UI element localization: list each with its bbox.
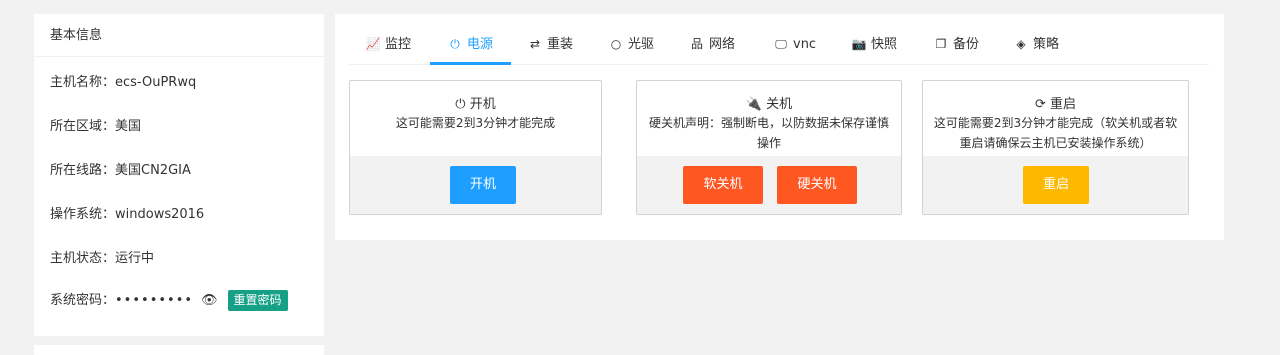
host-info-card: 基本信息 主机名称：ecs-OuPRwq 所在区域：美国 所在线路：美国CN2G… bbox=[34, 14, 324, 336]
tab-power-label: 电源 bbox=[467, 37, 494, 52]
tab-backup[interactable]: ❐ 备份 bbox=[933, 28, 979, 65]
password-value: ••••••••• bbox=[115, 293, 194, 308]
password-label: 系统密码： bbox=[50, 293, 116, 308]
disc-icon: ○ bbox=[610, 37, 622, 51]
host-name-label: 主机名称： bbox=[50, 75, 116, 90]
camera-icon: 📷 bbox=[851, 37, 867, 51]
tab-reinstall[interactable]: ⇄ 重装 bbox=[527, 28, 573, 65]
status-value: 运行中 bbox=[115, 251, 155, 266]
reboot-desc: 这可能需要2到3分钟才能完成（软关机或者软重启请确保云主机已安装操作系统） bbox=[933, 116, 1178, 150]
copy-icon: ❐ bbox=[935, 37, 947, 51]
soft-shutdown-button[interactable]: 软关机 bbox=[683, 166, 763, 204]
host-name-value: ecs-OuPRwq bbox=[115, 75, 197, 90]
tab-vnc-label: vnc bbox=[793, 37, 817, 52]
monitor-icon: 🖵 bbox=[775, 37, 787, 51]
active-tab-indicator bbox=[430, 62, 511, 65]
power-off-footer: 软关机 硬关机 bbox=[637, 156, 901, 214]
power-off-title: 🔌 关机 bbox=[637, 93, 901, 112]
shield-icon: ◈ bbox=[1016, 37, 1026, 51]
tab-power[interactable]: ⏻ 电源 bbox=[447, 28, 493, 65]
tab-reinstall-label: 重装 bbox=[547, 37, 574, 52]
line-row: 所在线路：美国CN2GIA bbox=[50, 159, 191, 178]
chart-line-icon: 📈 bbox=[365, 37, 381, 51]
tab-monitor[interactable]: 📈 监控 bbox=[365, 28, 412, 65]
power-on-desc: 这可能需要2到3分钟才能完成 bbox=[395, 116, 556, 130]
tab-cdrom[interactable]: ○ 光驱 bbox=[608, 28, 654, 65]
reboot-footer: 重启 bbox=[923, 156, 1188, 214]
power-off-title-text: 关机 bbox=[766, 97, 793, 112]
tab-policy[interactable]: ◈ 策略 bbox=[1013, 28, 1059, 65]
power-card: 📈 监控 ⏻ 电源 ⇄ 重装 ○ 光驱 品网络 🖵 vnc 📷 快照 ❐ 备份 ◈ 策略 ⏻ 开… bbox=[335, 14, 1224, 240]
tab-snapshot[interactable]: 📷 快照 bbox=[851, 28, 898, 65]
region-label: 所在区域： bbox=[50, 119, 116, 134]
next-card-edge bbox=[34, 345, 324, 355]
status-label: 主机状态： bbox=[50, 251, 116, 266]
sitemap-icon: 品 bbox=[690, 37, 703, 51]
os-value: windows2016 bbox=[115, 207, 205, 222]
power-on-panel: ⏻ 开机 这可能需要2到3分钟才能完成 开机 bbox=[349, 80, 602, 215]
password-row: 系统密码：••••••••• 👁 重置密码 bbox=[50, 289, 288, 311]
reboot-title: ⟳ 重启 bbox=[923, 93, 1188, 112]
host-name-row: 主机名称：ecs-OuPRwq bbox=[50, 71, 196, 90]
line-label: 所在线路： bbox=[50, 163, 116, 178]
tab-snapshot-label: 快照 bbox=[871, 37, 898, 52]
power-on-title: ⏻ 开机 bbox=[350, 93, 601, 112]
tab-bar: 📈 监控 ⏻ 电源 ⇄ 重装 ○ 光驱 品网络 🖵 vnc 📷 快照 ❐ 备份 ◈ 策略 bbox=[349, 28, 1209, 65]
hard-shutdown-button[interactable]: 硬关机 bbox=[777, 166, 857, 204]
region-row: 所在区域：美国 bbox=[50, 115, 141, 134]
os-row: 操作系统：windows2016 bbox=[50, 203, 204, 222]
power-off-panel: 🔌 关机 硬关机声明：强制断电，以防数据未保存谨慎操作 软关机 硬关机 bbox=[636, 80, 902, 215]
power-on-title-text: 开机 bbox=[469, 97, 496, 112]
reboot-button[interactable]: 重启 bbox=[1023, 166, 1089, 204]
retweet-icon: ⇄ bbox=[529, 37, 541, 51]
eye-icon[interactable]: 👁 bbox=[201, 293, 218, 308]
host-info-title: 基本信息 bbox=[34, 14, 324, 57]
power-off-desc: 硬关机声明：强制断电，以防数据未保存谨慎操作 bbox=[648, 116, 889, 150]
reboot-panel: ⟳ 重启 这可能需要2到3分钟才能完成（软关机或者软重启请确保云主机已安装操作系… bbox=[922, 80, 1189, 215]
status-row: 主机状态：运行中 bbox=[50, 247, 154, 266]
reset-password-button[interactable]: 重置密码 bbox=[227, 290, 288, 311]
refresh-icon: ⟳ bbox=[1034, 97, 1046, 112]
power-on-icon: ⏻ bbox=[455, 97, 466, 112]
power-icon: ⏻ bbox=[450, 37, 460, 51]
tab-policy-label: 策略 bbox=[1033, 37, 1060, 52]
power-on-footer: 开机 bbox=[350, 156, 601, 214]
reboot-title-text: 重启 bbox=[1050, 97, 1077, 112]
tab-cdrom-label: 光驱 bbox=[628, 37, 655, 52]
region-value: 美国 bbox=[115, 119, 142, 134]
tab-vnc[interactable]: 🖵 vnc bbox=[773, 28, 816, 65]
tab-monitor-label: 监控 bbox=[385, 37, 412, 52]
tab-backup-label: 备份 bbox=[953, 37, 980, 52]
tab-network-label: 网络 bbox=[709, 37, 736, 52]
power-on-button[interactable]: 开机 bbox=[450, 166, 516, 204]
tab-network[interactable]: 品网络 bbox=[689, 28, 735, 65]
line-value: 美国CN2GIA bbox=[115, 163, 191, 178]
plug-icon: 🔌 bbox=[745, 97, 763, 112]
os-label: 操作系统： bbox=[50, 207, 116, 222]
